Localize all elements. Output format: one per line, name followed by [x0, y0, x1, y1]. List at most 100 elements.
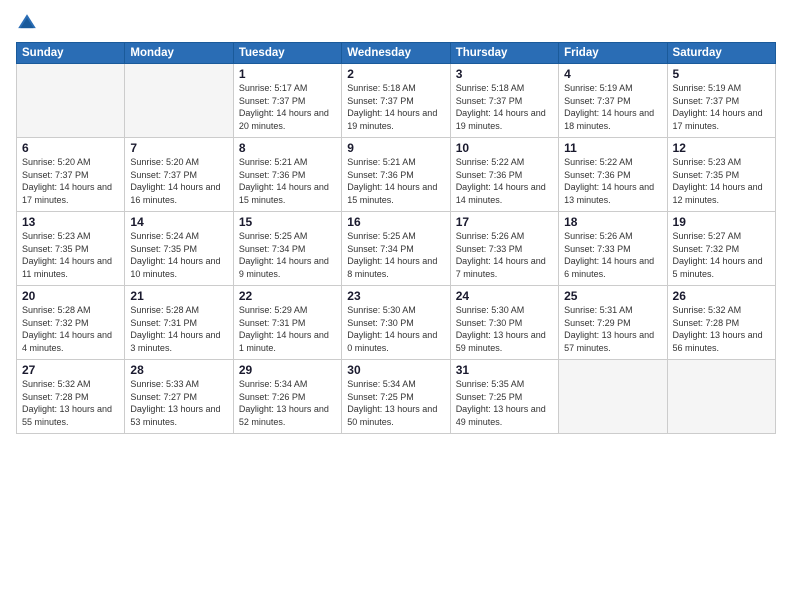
calendar-cell: 14Sunrise: 5:24 AMSunset: 7:35 PMDayligh…: [125, 212, 233, 286]
calendar: SundayMondayTuesdayWednesdayThursdayFrid…: [16, 42, 776, 434]
day-number: 26: [673, 289, 770, 303]
day-number: 18: [564, 215, 661, 229]
calendar-cell: 8Sunrise: 5:21 AMSunset: 7:36 PMDaylight…: [233, 138, 341, 212]
day-number: 10: [456, 141, 553, 155]
day-number: 6: [22, 141, 119, 155]
calendar-week-row: 20Sunrise: 5:28 AMSunset: 7:32 PMDayligh…: [17, 286, 776, 360]
day-info: Sunrise: 5:26 AMSunset: 7:33 PMDaylight:…: [564, 230, 661, 280]
calendar-cell: 19Sunrise: 5:27 AMSunset: 7:32 PMDayligh…: [667, 212, 775, 286]
day-info: Sunrise: 5:33 AMSunset: 7:27 PMDaylight:…: [130, 378, 227, 428]
calendar-cell: 31Sunrise: 5:35 AMSunset: 7:25 PMDayligh…: [450, 360, 558, 434]
weekday-header: Sunday: [17, 43, 125, 64]
weekday-header: Tuesday: [233, 43, 341, 64]
day-info: Sunrise: 5:34 AMSunset: 7:26 PMDaylight:…: [239, 378, 336, 428]
weekday-header: Friday: [559, 43, 667, 64]
day-number: 19: [673, 215, 770, 229]
day-info: Sunrise: 5:31 AMSunset: 7:29 PMDaylight:…: [564, 304, 661, 354]
day-number: 23: [347, 289, 444, 303]
calendar-cell: 22Sunrise: 5:29 AMSunset: 7:31 PMDayligh…: [233, 286, 341, 360]
day-info: Sunrise: 5:27 AMSunset: 7:32 PMDaylight:…: [673, 230, 770, 280]
day-number: 20: [22, 289, 119, 303]
calendar-cell: 25Sunrise: 5:31 AMSunset: 7:29 PMDayligh…: [559, 286, 667, 360]
calendar-week-row: 27Sunrise: 5:32 AMSunset: 7:28 PMDayligh…: [17, 360, 776, 434]
weekday-header: Saturday: [667, 43, 775, 64]
calendar-cell: 29Sunrise: 5:34 AMSunset: 7:26 PMDayligh…: [233, 360, 341, 434]
logo-icon: [16, 12, 38, 34]
day-number: 7: [130, 141, 227, 155]
header: [16, 12, 776, 34]
weekday-header: Thursday: [450, 43, 558, 64]
day-info: Sunrise: 5:28 AMSunset: 7:32 PMDaylight:…: [22, 304, 119, 354]
day-number: 9: [347, 141, 444, 155]
day-number: 22: [239, 289, 336, 303]
calendar-cell: 11Sunrise: 5:22 AMSunset: 7:36 PMDayligh…: [559, 138, 667, 212]
calendar-cell: 23Sunrise: 5:30 AMSunset: 7:30 PMDayligh…: [342, 286, 450, 360]
day-number: 13: [22, 215, 119, 229]
day-info: Sunrise: 5:28 AMSunset: 7:31 PMDaylight:…: [130, 304, 227, 354]
day-number: 27: [22, 363, 119, 377]
calendar-cell: [667, 360, 775, 434]
day-info: Sunrise: 5:30 AMSunset: 7:30 PMDaylight:…: [456, 304, 553, 354]
day-number: 14: [130, 215, 227, 229]
weekday-header: Wednesday: [342, 43, 450, 64]
calendar-cell: 18Sunrise: 5:26 AMSunset: 7:33 PMDayligh…: [559, 212, 667, 286]
calendar-cell: 21Sunrise: 5:28 AMSunset: 7:31 PMDayligh…: [125, 286, 233, 360]
calendar-cell: 13Sunrise: 5:23 AMSunset: 7:35 PMDayligh…: [17, 212, 125, 286]
day-info: Sunrise: 5:35 AMSunset: 7:25 PMDaylight:…: [456, 378, 553, 428]
calendar-cell: 16Sunrise: 5:25 AMSunset: 7:34 PMDayligh…: [342, 212, 450, 286]
day-info: Sunrise: 5:29 AMSunset: 7:31 PMDaylight:…: [239, 304, 336, 354]
calendar-cell: 20Sunrise: 5:28 AMSunset: 7:32 PMDayligh…: [17, 286, 125, 360]
day-info: Sunrise: 5:19 AMSunset: 7:37 PMDaylight:…: [673, 82, 770, 132]
day-info: Sunrise: 5:20 AMSunset: 7:37 PMDaylight:…: [130, 156, 227, 206]
calendar-header-row: SundayMondayTuesdayWednesdayThursdayFrid…: [17, 43, 776, 64]
calendar-cell: [125, 64, 233, 138]
calendar-cell: 4Sunrise: 5:19 AMSunset: 7:37 PMDaylight…: [559, 64, 667, 138]
day-info: Sunrise: 5:23 AMSunset: 7:35 PMDaylight:…: [22, 230, 119, 280]
day-info: Sunrise: 5:32 AMSunset: 7:28 PMDaylight:…: [673, 304, 770, 354]
calendar-week-row: 6Sunrise: 5:20 AMSunset: 7:37 PMDaylight…: [17, 138, 776, 212]
day-number: 29: [239, 363, 336, 377]
calendar-cell: 1Sunrise: 5:17 AMSunset: 7:37 PMDaylight…: [233, 64, 341, 138]
calendar-week-row: 1Sunrise: 5:17 AMSunset: 7:37 PMDaylight…: [17, 64, 776, 138]
calendar-cell: 26Sunrise: 5:32 AMSunset: 7:28 PMDayligh…: [667, 286, 775, 360]
day-number: 31: [456, 363, 553, 377]
calendar-week-row: 13Sunrise: 5:23 AMSunset: 7:35 PMDayligh…: [17, 212, 776, 286]
calendar-cell: 2Sunrise: 5:18 AMSunset: 7:37 PMDaylight…: [342, 64, 450, 138]
day-number: 15: [239, 215, 336, 229]
calendar-cell: 15Sunrise: 5:25 AMSunset: 7:34 PMDayligh…: [233, 212, 341, 286]
calendar-cell: 6Sunrise: 5:20 AMSunset: 7:37 PMDaylight…: [17, 138, 125, 212]
day-info: Sunrise: 5:23 AMSunset: 7:35 PMDaylight:…: [673, 156, 770, 206]
calendar-cell: 28Sunrise: 5:33 AMSunset: 7:27 PMDayligh…: [125, 360, 233, 434]
calendar-cell: [17, 64, 125, 138]
day-number: 11: [564, 141, 661, 155]
day-info: Sunrise: 5:17 AMSunset: 7:37 PMDaylight:…: [239, 82, 336, 132]
day-number: 5: [673, 67, 770, 81]
logo: [16, 12, 42, 34]
day-number: 16: [347, 215, 444, 229]
calendar-cell: 12Sunrise: 5:23 AMSunset: 7:35 PMDayligh…: [667, 138, 775, 212]
day-number: 25: [564, 289, 661, 303]
day-info: Sunrise: 5:25 AMSunset: 7:34 PMDaylight:…: [239, 230, 336, 280]
day-number: 4: [564, 67, 661, 81]
day-info: Sunrise: 5:22 AMSunset: 7:36 PMDaylight:…: [456, 156, 553, 206]
day-number: 1: [239, 67, 336, 81]
calendar-cell: 9Sunrise: 5:21 AMSunset: 7:36 PMDaylight…: [342, 138, 450, 212]
day-info: Sunrise: 5:18 AMSunset: 7:37 PMDaylight:…: [347, 82, 444, 132]
day-info: Sunrise: 5:26 AMSunset: 7:33 PMDaylight:…: [456, 230, 553, 280]
day-info: Sunrise: 5:24 AMSunset: 7:35 PMDaylight:…: [130, 230, 227, 280]
day-number: 24: [456, 289, 553, 303]
calendar-cell: 7Sunrise: 5:20 AMSunset: 7:37 PMDaylight…: [125, 138, 233, 212]
day-info: Sunrise: 5:30 AMSunset: 7:30 PMDaylight:…: [347, 304, 444, 354]
day-info: Sunrise: 5:25 AMSunset: 7:34 PMDaylight:…: [347, 230, 444, 280]
day-number: 17: [456, 215, 553, 229]
day-info: Sunrise: 5:34 AMSunset: 7:25 PMDaylight:…: [347, 378, 444, 428]
day-number: 2: [347, 67, 444, 81]
day-number: 3: [456, 67, 553, 81]
day-info: Sunrise: 5:20 AMSunset: 7:37 PMDaylight:…: [22, 156, 119, 206]
day-info: Sunrise: 5:21 AMSunset: 7:36 PMDaylight:…: [239, 156, 336, 206]
calendar-cell: 3Sunrise: 5:18 AMSunset: 7:37 PMDaylight…: [450, 64, 558, 138]
calendar-cell: 17Sunrise: 5:26 AMSunset: 7:33 PMDayligh…: [450, 212, 558, 286]
day-number: 12: [673, 141, 770, 155]
day-number: 8: [239, 141, 336, 155]
weekday-header: Monday: [125, 43, 233, 64]
